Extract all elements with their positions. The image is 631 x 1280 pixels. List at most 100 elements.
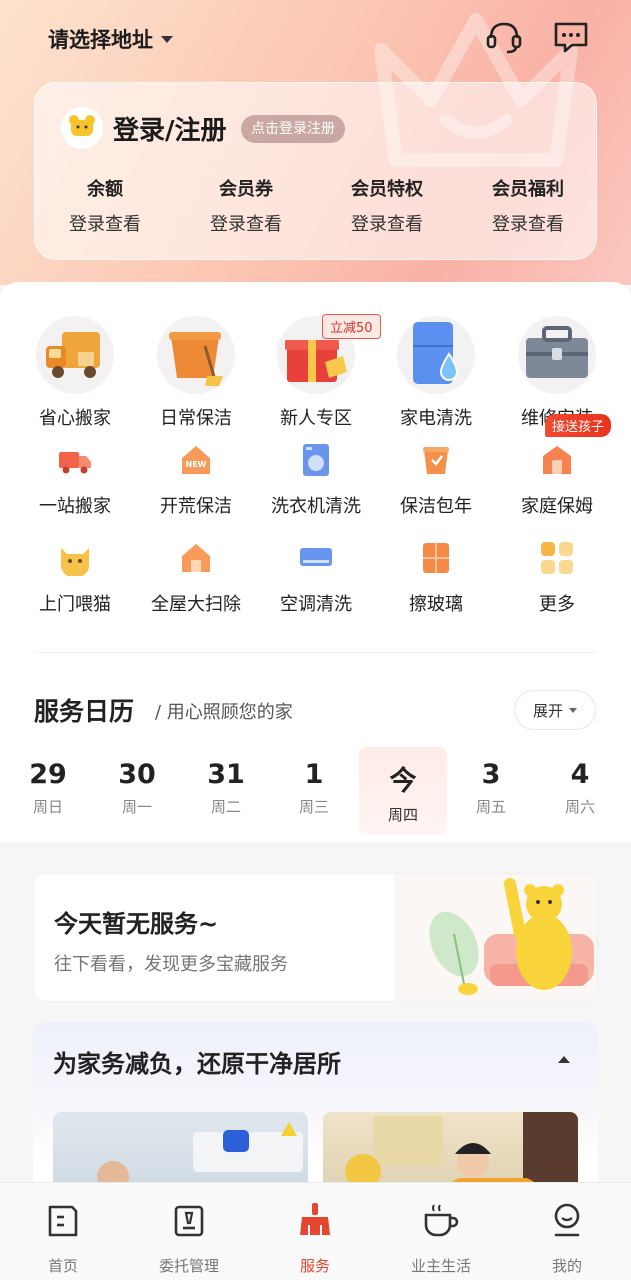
service-deep-clean[interactable]: NEW 开荒保洁 [136, 442, 256, 518]
tab-label: 业主生活 [410, 1257, 471, 1275]
calendar-subtitle: / 用心照顾您的家 [155, 702, 293, 723]
service-whole-house-clean[interactable]: 全屋大扫除 [136, 540, 256, 616]
house-clean-icon [178, 540, 214, 576]
grid-icon [539, 540, 575, 576]
svg-text:NEW: NEW [186, 460, 207, 469]
service-washer-clean[interactable]: 洗衣机清洗 [256, 442, 376, 518]
service-label: 家庭保姆 [521, 496, 593, 517]
bottom-tab-bar: 首页 委托管理 服务 业主生活 我的 [0, 1182, 631, 1280]
service-nanny[interactable]: 接送孩子 家庭保姆 [497, 414, 617, 518]
service-appliance-clean[interactable]: 家电清洗 [376, 316, 496, 430]
stat-value: 登录查看 [69, 214, 141, 235]
day-number: 30 [118, 759, 156, 790]
service-label: 保洁包年 [400, 496, 472, 517]
service-cat-feeding[interactable]: 上门喂猫 [15, 540, 135, 616]
tab-home[interactable]: 首页 [8, 1201, 118, 1276]
top-bar: 请选择地址 [0, 0, 631, 78]
new-house-icon: NEW [178, 442, 214, 478]
calendar-day[interactable]: 31 周二 [182, 747, 270, 835]
day-weekday: 周四 [387, 806, 418, 824]
service-label: 新人专区 [280, 408, 352, 429]
service-aircon-clean[interactable]: 空调清洗 [256, 540, 376, 616]
day-weekday: 周一 [121, 798, 152, 816]
service-daily-clean[interactable]: 日常保洁 [136, 316, 256, 430]
stat-privilege[interactable]: 会员特权 登录查看 [327, 175, 447, 236]
day-number: 1 [304, 759, 324, 790]
no-service-title: 今天暂无服务~ [54, 910, 219, 938]
service-label: 空调清洗 [280, 594, 352, 615]
service-moving[interactable]: 省心搬家 [15, 316, 135, 430]
cat-icon [57, 540, 93, 578]
service-newcomer[interactable]: 立减50 新人专区 [256, 314, 381, 430]
bear-logo-icon [69, 115, 95, 136]
calendar-day[interactable]: 3 周五 [447, 747, 535, 835]
broom-icon [300, 1203, 330, 1235]
divider [34, 652, 597, 653]
member-card: 登录/注册 点击登录注册 余额 登录查看 会员券 登录查看 会员特权 登录查看 … [34, 82, 597, 260]
promo-title: 为家务减负，还原干净居所 [53, 1050, 341, 1078]
stat-key: 余额 [87, 179, 123, 200]
caret-down-icon [569, 707, 577, 713]
day-number: 今 [389, 766, 417, 797]
login-title[interactable]: 登录/注册 [113, 110, 227, 147]
service-more[interactable]: 更多 [497, 540, 617, 616]
calendar-day-today[interactable]: 今 周四 [359, 747, 447, 835]
day-number: 4 [570, 759, 590, 790]
tab-entrust[interactable]: 委托管理 [134, 1201, 244, 1276]
tab-mine[interactable]: 我的 [512, 1201, 622, 1276]
no-service-subtitle: 往下看看，发现更多宝藏服务 [54, 954, 288, 975]
small-truck-icon [57, 442, 93, 478]
washer-icon [298, 442, 334, 478]
service-window-clean[interactable]: 擦玻璃 [376, 540, 496, 616]
message-icon[interactable] [552, 18, 590, 56]
calendar-day[interactable]: 1 周三 [270, 747, 358, 835]
fridge-icon [397, 316, 475, 394]
calendar-day[interactable]: 4 周六 [536, 747, 624, 835]
service-one-stop-moving[interactable]: 一站搬家 [15, 442, 135, 518]
login-register-chip[interactable]: 点击登录注册 [241, 115, 345, 143]
customer-service-icon[interactable] [485, 18, 523, 56]
collapse-caret-icon[interactable] [558, 1056, 570, 1063]
service-annual-clean[interactable]: 保洁包年 [376, 442, 496, 518]
day-number: 29 [29, 759, 67, 790]
calendar-day[interactable]: 30 周一 [93, 747, 181, 835]
day-number: 31 [207, 759, 245, 790]
service-label: 全屋大扫除 [151, 594, 241, 615]
nanny-icon [539, 442, 575, 478]
day-weekday: 周五 [475, 798, 506, 816]
services-panel: 省心搬家 日常保洁 立减50 新人专区 家电清洗 一站搬家 NEW 开荒保洁 洗… [0, 282, 631, 842]
pickup-kids-badge: 接送孩子 [545, 414, 612, 437]
service-label: 洗衣机清洗 [271, 496, 361, 517]
avatar[interactable] [61, 107, 103, 149]
tab-label: 委托管理 [158, 1257, 219, 1275]
service-label: 家电清洗 [400, 408, 472, 429]
service-label: 擦玻璃 [409, 594, 463, 615]
profile-icon [554, 1203, 580, 1237]
stat-coupon[interactable]: 会员券 登录查看 [186, 175, 306, 236]
day-weekday: 周二 [210, 798, 241, 816]
day-number: 3 [481, 759, 501, 790]
tab-services[interactable]: 服务 [260, 1201, 370, 1276]
stat-benefit[interactable]: 会员福利 登录查看 [468, 175, 588, 236]
entrust-icon [174, 1205, 204, 1237]
stat-key: 会员福利 [492, 179, 564, 200]
tab-owner-life[interactable]: 业主生活 [386, 1201, 496, 1276]
aircon-icon [298, 540, 334, 576]
calendar-title: 服务日历 [34, 697, 135, 726]
no-service-card[interactable]: 今天暂无服务~ 往下看看，发现更多宝藏服务 [33, 873, 598, 1002]
stat-balance[interactable]: 余额 登录查看 [45, 175, 165, 236]
coffee-icon [424, 1204, 459, 1237]
toolbox-icon [518, 316, 596, 394]
address-selector[interactable]: 请选择地址 [48, 24, 173, 54]
stat-value: 登录查看 [351, 214, 423, 235]
calendar-expand-button[interactable]: 展开 [514, 690, 596, 730]
caret-down-icon [161, 35, 173, 43]
bear-sofa-illustration [394, 874, 597, 1001]
service-label: 日常保洁 [160, 408, 232, 429]
window-icon [418, 540, 454, 576]
bucket-small-icon [418, 442, 454, 478]
calendar-day[interactable]: 29 周日 [4, 747, 92, 835]
stat-key: 会员特权 [351, 179, 423, 200]
service-label: 省心搬家 [39, 408, 111, 429]
service-repair[interactable]: 维修安装 [497, 316, 617, 430]
